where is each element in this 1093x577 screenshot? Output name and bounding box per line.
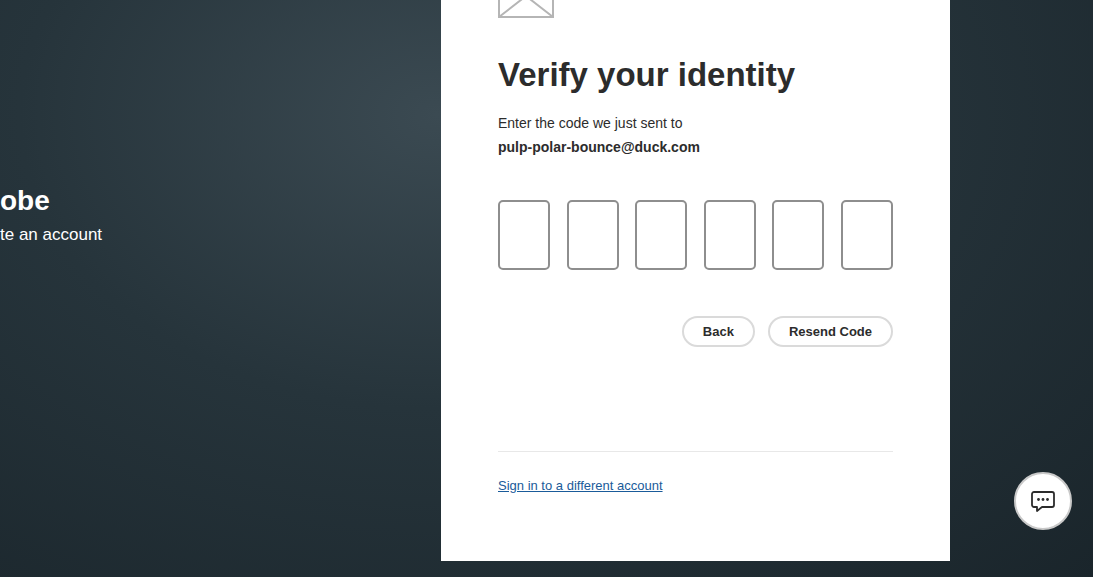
pill-button[interactable]: Resend Code bbox=[768, 316, 893, 347]
brand-title: obe bbox=[0, 183, 441, 219]
chat-icon bbox=[1031, 490, 1055, 512]
brand-subtitle: te an account bbox=[0, 225, 441, 245]
code-input[interactable] bbox=[772, 200, 824, 270]
envelope-icon bbox=[498, 0, 554, 19]
code-input[interactable] bbox=[704, 200, 756, 270]
email-address: pulp-polar-bounce@duck.com bbox=[498, 135, 893, 159]
pill-button[interactable]: Back bbox=[682, 316, 755, 347]
page: obe te an account Verify your identity Ente… bbox=[0, 0, 1093, 577]
card-title: Verify your identity bbox=[498, 55, 893, 95]
code-input[interactable] bbox=[635, 200, 687, 270]
chat-button[interactable] bbox=[1014, 472, 1072, 530]
code-input[interactable] bbox=[841, 200, 893, 270]
code-input[interactable] bbox=[567, 200, 619, 270]
code-inputs bbox=[498, 200, 893, 270]
divider bbox=[498, 451, 893, 452]
brand-panel: obe te an account bbox=[0, 0, 441, 245]
code-prompt: Enter the code we just sent to bbox=[498, 111, 893, 135]
verify-card: Verify your identity Enter the code we ju… bbox=[441, 0, 950, 561]
button-row: Back Resend Code bbox=[498, 316, 893, 347]
different-account-link[interactable]: Sign in to a different account bbox=[498, 476, 663, 496]
code-input[interactable] bbox=[498, 200, 550, 270]
